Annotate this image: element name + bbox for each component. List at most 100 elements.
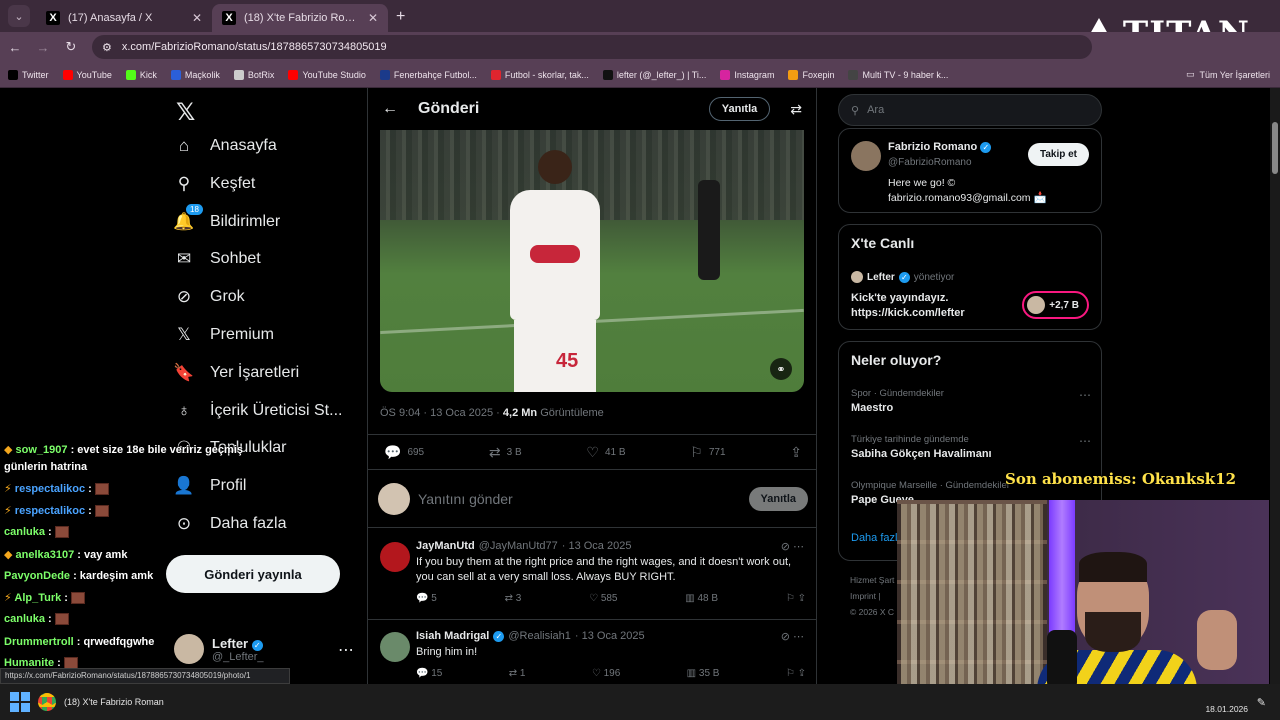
- reply-author[interactable]: Isiah Madrigal: [416, 630, 489, 642]
- tab-search-button[interactable]: ⌄: [8, 5, 30, 27]
- reply-item[interactable]: JayManUtd @JayManUtd77 · 13 Oca 2025 ⊘ ⋯ If…: [368, 530, 816, 620]
- nav-item-0[interactable]: ⌂ Anasayfa: [174, 136, 277, 156]
- like-action[interactable]: ♡ 585: [589, 593, 617, 604]
- reply-submit-button[interactable]: Yanıtla: [748, 486, 808, 511]
- nav-item-10[interactable]: ⊙ Daha fazla: [174, 514, 287, 534]
- more-dots-icon[interactable]: ⋯: [1079, 388, 1091, 402]
- bookmark-4[interactable]: BotRix: [233, 69, 274, 80]
- post-button[interactable]: Gönderi yayınla: [166, 555, 340, 593]
- chat-username[interactable]: respectalikoc: [15, 505, 85, 517]
- more-dots-icon[interactable]: ⋯: [338, 640, 354, 660]
- reply-item[interactable]: Isiah Madrigal ✓ @Realisiah1 · 13 Oca 2025 ⊘…: [368, 620, 816, 684]
- trend-item[interactable]: Türkiye tarihinde gündemde Sabiha Gökçen …: [851, 434, 1091, 460]
- grok-and-more-icons[interactable]: ⊘ ⋯: [781, 540, 804, 553]
- search-input[interactable]: ⚲ Ara: [838, 94, 1102, 126]
- bookmark-7[interactable]: Futbol - skorlar, tak...: [490, 69, 589, 80]
- chat-username[interactable]: Alp_Turk: [14, 592, 61, 604]
- all-bookmarks-button[interactable]: ▭ Tüm Yer İşaretleri: [1186, 69, 1270, 80]
- media-options-icon[interactable]: ⚭: [770, 358, 792, 380]
- listener-count[interactable]: +2,7 B: [1022, 291, 1089, 319]
- page-scrollbar[interactable]: [1270, 88, 1280, 684]
- post-photo[interactable]: 45 ⚭: [380, 130, 804, 392]
- chat-username[interactable]: canluka: [4, 526, 45, 538]
- avatar: [1027, 296, 1046, 314]
- reply-action[interactable]: 💬 15: [416, 668, 442, 679]
- bookmark-1[interactable]: YouTube: [62, 69, 112, 80]
- avatar[interactable]: [851, 141, 881, 171]
- grok-and-more-icons[interactable]: ⊘ ⋯: [781, 630, 804, 643]
- x-logo-icon[interactable]: 𝕏: [176, 98, 195, 127]
- repost-action[interactable]: ⇄ 1: [509, 668, 526, 679]
- nav-item-2[interactable]: 🔔 18 Bildirimler: [173, 204, 280, 232]
- bookmark-11[interactable]: Multi TV - 9 haber k...: [848, 69, 948, 80]
- bookmark-share-icons[interactable]: ⚐ ⇪: [786, 593, 806, 604]
- show-more-link[interactable]: Daha fazla: [851, 532, 904, 544]
- nav-item-1[interactable]: ⚲ Keşfet: [174, 174, 256, 194]
- bookmark-2[interactable]: Kick: [125, 69, 157, 80]
- bookmark-favicon-icon: [379, 69, 390, 80]
- follow-button[interactable]: Takip et: [1027, 143, 1089, 166]
- reply-action[interactable]: 💬 5: [416, 593, 437, 604]
- chat-username[interactable]: canluka: [4, 613, 45, 625]
- close-icon[interactable]: ✕: [192, 11, 202, 25]
- chat-username[interactable]: respectalikoc: [15, 483, 85, 495]
- browser-tab-1[interactable]: X (18) X'te Fabrizio Romano: " ✕: [212, 4, 388, 32]
- windows-start-icon[interactable]: [10, 692, 30, 712]
- filter-icon[interactable]: ⇄: [790, 101, 802, 118]
- reply-input[interactable]: Yanıtını gönder: [418, 491, 741, 507]
- chat-username[interactable]: sow_1907: [16, 444, 68, 456]
- account-switcher[interactable]: Lefter ✓ @_Lefter_ ⋯: [174, 634, 354, 664]
- bookmark-10[interactable]: Foxepin: [788, 69, 834, 80]
- nav-item-4[interactable]: ⊘ Grok: [174, 287, 245, 307]
- repost-action[interactable]: ⇄ 3: [505, 593, 522, 604]
- site-info-icon[interactable]: ⚙: [102, 41, 112, 54]
- bookmark-9[interactable]: Instagram: [720, 69, 774, 80]
- share-action[interactable]: ⇪: [790, 444, 802, 461]
- reply-action[interactable]: 💬 695: [384, 444, 424, 461]
- reload-icon[interactable]: ↻: [64, 39, 78, 55]
- more-dots-icon[interactable]: ⋯: [1079, 434, 1091, 448]
- views-action[interactable]: ▥ 48 B: [685, 593, 718, 604]
- avatar[interactable]: [380, 542, 410, 572]
- bookmark-share-icons[interactable]: ⚐ ⇪: [786, 668, 806, 679]
- emote-icon: [54, 613, 69, 626]
- like-action[interactable]: ♡ 41 B: [586, 444, 625, 461]
- repost-action[interactable]: ⇄ 3 B: [489, 444, 522, 461]
- nav-item-6[interactable]: 🔖 Yer İşaretleri: [173, 363, 299, 383]
- bookmark-favicon-icon: [490, 69, 501, 80]
- avatar: [851, 271, 863, 283]
- reply-header-button[interactable]: Yanıtla: [708, 97, 771, 121]
- like-action[interactable]: ♡ 196: [592, 668, 620, 679]
- views-action[interactable]: ▥ 35 B: [687, 668, 720, 679]
- profile-icon: 👤: [173, 476, 195, 495]
- chat-username[interactable]: Drummertroll: [4, 636, 74, 648]
- trend-item[interactable]: Spor · Gündemdekiler Maestro ⋯: [851, 388, 1091, 414]
- nav-item-3[interactable]: ✉ Sohbet: [174, 249, 261, 269]
- taskbar-window-label[interactable]: (18) X'te Fabrizio Roman: [64, 697, 164, 707]
- chat-username[interactable]: PavyonDede: [4, 570, 70, 582]
- nav-item-5[interactable]: 𝕏 Premium: [174, 325, 274, 345]
- chrome-icon[interactable]: [38, 693, 56, 711]
- nav-item-7[interactable]: ♁ İçerik Üreticisi St...: [174, 401, 343, 421]
- heart-icon: ♡: [586, 443, 599, 460]
- url-field[interactable]: ⚙ x.com/FabrizioRomano/status/1878865730…: [92, 35, 1092, 59]
- browser-tab-0[interactable]: X (17) Anasayfa / X ✕: [36, 4, 212, 32]
- back-icon[interactable]: ←: [8, 40, 22, 55]
- close-icon[interactable]: ✕: [368, 11, 378, 25]
- bookmark-8[interactable]: lefter (@_lefter_) | Ti...: [602, 69, 706, 80]
- live-card[interactable]: X'te Canlı Lefter ✓ yönetiyor Kick'te yayı…: [838, 224, 1102, 330]
- avatar[interactable]: [380, 632, 410, 662]
- back-arrow-icon[interactable]: ←: [382, 100, 398, 118]
- bookmark-0[interactable]: Twitter: [8, 69, 49, 80]
- tray-icon[interactable]: ✎: [1257, 696, 1266, 709]
- forward-icon[interactable]: →: [36, 40, 50, 55]
- player-figure: 45: [500, 150, 610, 392]
- bookmark-6[interactable]: Fenerbahçe Futbol...: [379, 69, 477, 80]
- reply-author[interactable]: JayManUtd: [416, 540, 475, 552]
- bookmark-3[interactable]: Maçkolik: [170, 69, 220, 80]
- nav-item-9[interactable]: 👤 Profil: [173, 476, 246, 496]
- new-tab-button[interactable]: +: [396, 8, 405, 26]
- chat-username[interactable]: anelka3107: [16, 549, 75, 561]
- bookmark-action[interactable]: ⚐ 771: [690, 444, 725, 461]
- bookmark-5[interactable]: YouTube Studio: [288, 69, 366, 80]
